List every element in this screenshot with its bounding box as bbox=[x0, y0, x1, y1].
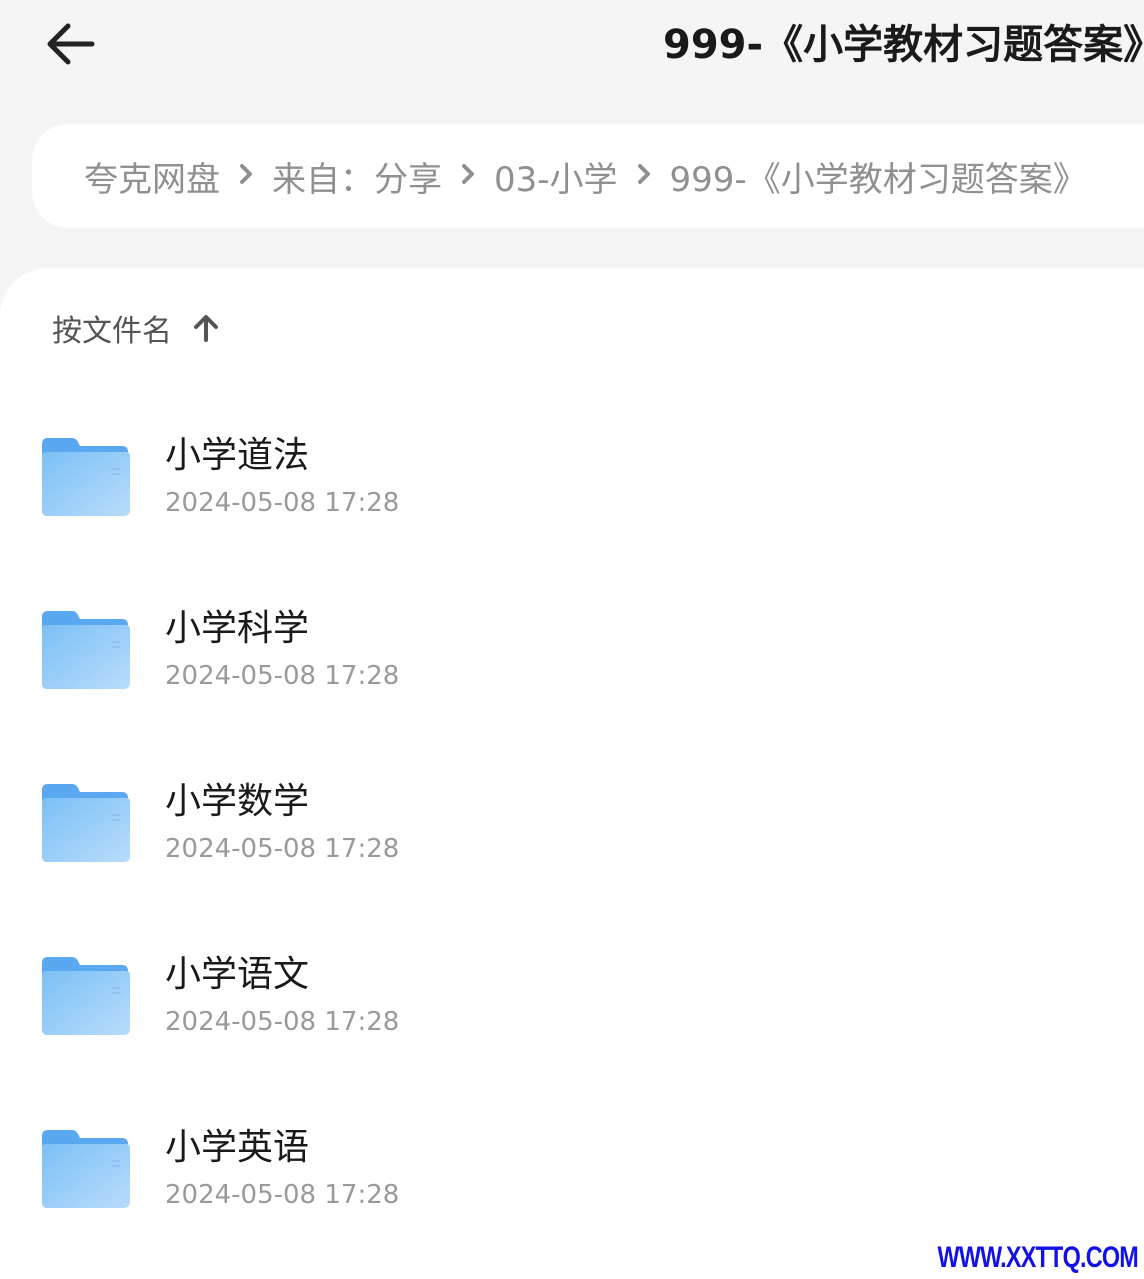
folder-icon bbox=[42, 611, 130, 689]
breadcrumb-item-root[interactable]: 夸克网盘 bbox=[84, 152, 220, 201]
file-name: 小学语文 bbox=[165, 954, 310, 995]
folder-icon bbox=[42, 784, 130, 862]
chevron-right-icon bbox=[636, 162, 652, 186]
sort-label: 按文件名 bbox=[52, 314, 172, 349]
file-date: 2024-05-08 17:28 bbox=[165, 661, 400, 691]
list-item[interactable]: 小学科学 2024-05-08 17:28 bbox=[0, 571, 1144, 744]
back-arrow-icon bbox=[47, 23, 95, 65]
file-name: 小学道法 bbox=[165, 435, 310, 476]
file-name: 小学英语 bbox=[165, 1127, 310, 1168]
back-button[interactable] bbox=[40, 18, 100, 70]
file-date: 2024-05-08 17:28 bbox=[165, 488, 400, 518]
folder-icon bbox=[42, 957, 130, 1035]
breadcrumb-item-share[interactable]: 来自：分享 bbox=[272, 152, 442, 201]
chevron-right-icon bbox=[238, 162, 254, 186]
list-item[interactable]: 小学语文 2024-05-08 17:28 bbox=[0, 917, 1144, 1090]
list-item[interactable]: 小学英语 2024-05-08 17:28 bbox=[0, 1090, 1144, 1263]
breadcrumb: 夸克网盘 来自：分享 03-小学 999-《小学教材习题答案》 bbox=[32, 124, 1144, 228]
list-item[interactable]: 小学数学 2024-05-08 17:28 bbox=[0, 744, 1144, 917]
sort-button[interactable]: 按文件名 bbox=[52, 306, 220, 350]
folder-icon bbox=[42, 1130, 130, 1208]
breadcrumb-item-current[interactable]: 999-《小学教材习题答案》 bbox=[670, 152, 1087, 201]
arrow-up-icon bbox=[192, 312, 220, 344]
top-bar: 999-《小学教材习题答案》 bbox=[0, 0, 1144, 100]
file-name: 小学科学 bbox=[165, 608, 310, 649]
file-date: 2024-05-08 17:28 bbox=[165, 834, 400, 864]
file-date: 2024-05-08 17:28 bbox=[165, 1007, 400, 1037]
breadcrumb-item-primary[interactable]: 03-小学 bbox=[494, 152, 618, 201]
file-list: 小学道法 2024-05-08 17:28 小学科学 2024-05-08 17… bbox=[0, 398, 1144, 1263]
list-item[interactable]: 小学道法 2024-05-08 17:28 bbox=[0, 398, 1144, 571]
page-title: 999-《小学教材习题答案》 bbox=[663, 22, 1144, 68]
file-name: 小学数学 bbox=[165, 781, 310, 822]
folder-icon bbox=[42, 438, 130, 516]
file-list-panel: 按文件名 小学道法 2024-05-08 17:28 小学科学 2024-05-… bbox=[0, 268, 1144, 1279]
chevron-right-icon bbox=[460, 162, 476, 186]
file-date: 2024-05-08 17:28 bbox=[165, 1180, 400, 1210]
watermark: WWW.XXTTQ.COM bbox=[937, 1241, 1139, 1274]
